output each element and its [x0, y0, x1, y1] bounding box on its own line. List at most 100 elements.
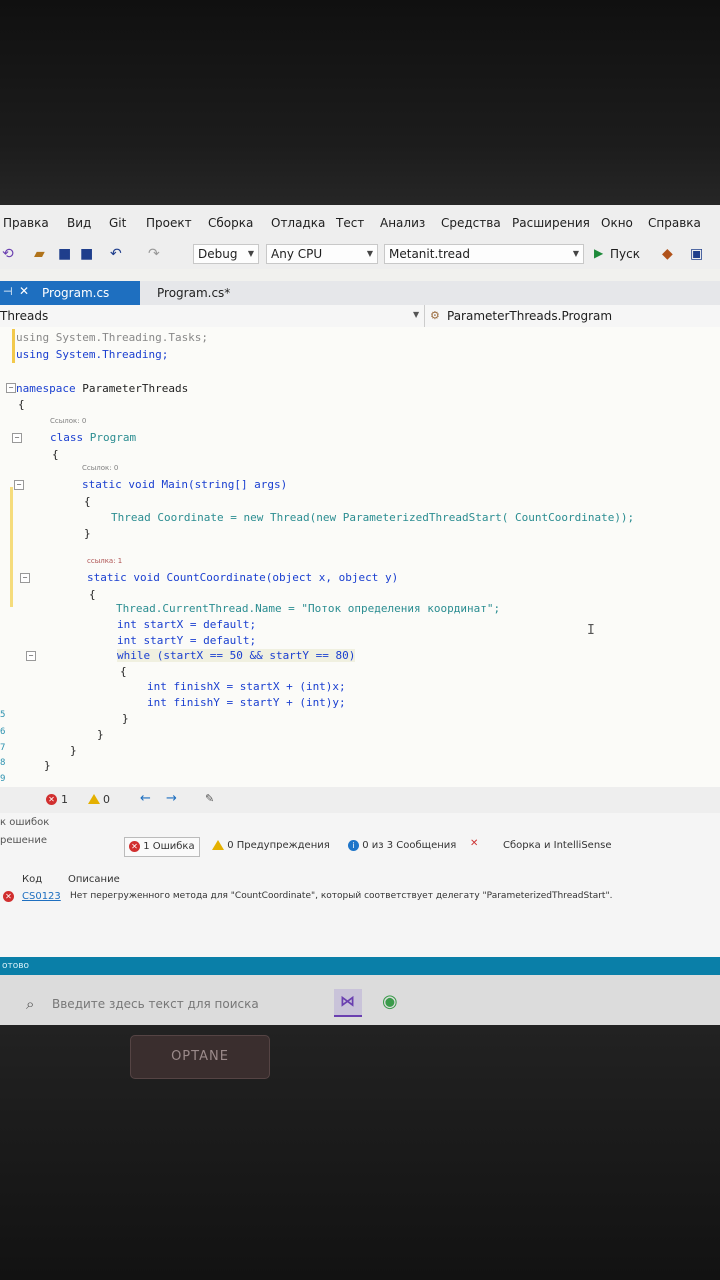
- menu-project[interactable]: Проект: [146, 216, 192, 230]
- open-folder-icon[interactable]: ▰: [34, 246, 45, 262]
- taskbar-search-input[interactable]: Введите здесь текст для поиска: [52, 993, 352, 1015]
- menu-tools[interactable]: Средства: [441, 216, 501, 230]
- fold-toggle-icon[interactable]: −: [26, 651, 36, 661]
- menu-view[interactable]: Вид: [67, 216, 91, 230]
- code-line: }: [70, 744, 77, 757]
- column-header-description[interactable]: Описание: [68, 874, 120, 885]
- optane-sticker: OPTANE: [130, 1035, 270, 1079]
- hot-reload-icon[interactable]: ◆: [662, 246, 673, 262]
- undo-icon[interactable]: ↶: [110, 246, 122, 262]
- info-icon: i: [348, 839, 359, 851]
- code-line: using System.Threading;: [16, 348, 168, 361]
- reference-count[interactable]: ссылка: 1: [87, 557, 122, 565]
- warning-icon: [88, 794, 100, 804]
- column-header-code[interactable]: Код: [22, 874, 42, 885]
- error-description: Нет перегруженного метода для "CountCoor…: [70, 891, 613, 901]
- menu-test[interactable]: Тест: [336, 216, 364, 230]
- fold-toggle-icon[interactable]: −: [20, 573, 30, 583]
- line-number: 6: [0, 727, 6, 737]
- clear-filter-icon[interactable]: ✕: [470, 838, 478, 849]
- code-line: int startX = default;: [117, 618, 257, 631]
- messages-filter-button[interactable]: i 0 из 3 Сообщения: [348, 837, 456, 855]
- menu-git[interactable]: Git: [109, 216, 126, 230]
- error-list-scope[interactable]: решение: [0, 835, 47, 846]
- code-line-text: while (startX == 50 && startY == 80): [117, 649, 356, 662]
- arrow-left-icon[interactable]: ←: [140, 791, 151, 806]
- menu-extensions[interactable]: Расширения: [512, 216, 590, 230]
- table-row[interactable]: ✕ CS0123 Нет перегруженного метода для "…: [0, 889, 720, 905]
- menu-help[interactable]: Справка: [648, 216, 701, 230]
- fold-toggle-icon[interactable]: −: [12, 433, 22, 443]
- menu-analyze[interactable]: Анализ: [380, 216, 425, 230]
- platform-select[interactable]: Any CPU ▼: [266, 244, 378, 264]
- search-icon[interactable]: ⌕: [26, 995, 34, 1013]
- menu-build[interactable]: Сборка: [208, 216, 253, 230]
- tab-program-cs-modified[interactable]: Program.cs*: [157, 286, 230, 300]
- windows-taskbar: ⌕ Введите здесь текст для поиска ⋈ ◉: [0, 975, 720, 1027]
- chevron-down-icon: ▼: [366, 249, 373, 258]
- code-line: {: [84, 495, 91, 508]
- code-line: Thread Coordinate = new Thread(new Param…: [111, 511, 635, 524]
- error-code-link[interactable]: CS0123: [22, 891, 61, 902]
- reference-count[interactable]: Ссылок: 0: [82, 464, 118, 472]
- error-count[interactable]: 1: [61, 793, 68, 806]
- menu-debug[interactable]: Отладка: [271, 216, 325, 230]
- code-line: using System.Threading.Tasks;: [16, 331, 209, 344]
- code-line: Thread.CurrentThread.Name = "Поток опред…: [116, 602, 501, 615]
- build-filter-select[interactable]: Сборка и IntelliSense: [503, 840, 612, 851]
- warnings-filter-label: 0 Предупреждения: [227, 840, 330, 851]
- errors-filter-button[interactable]: ✕ 1 Ошибка: [124, 837, 200, 857]
- menu-edit[interactable]: Правка: [3, 216, 49, 230]
- change-marker: [12, 329, 15, 363]
- save-icon[interactable]: ■: [58, 246, 71, 262]
- code-line: {: [52, 448, 59, 461]
- code-line: static void CountCoordinate(object x, ob…: [87, 571, 399, 584]
- brush-icon[interactable]: ✎: [205, 792, 214, 805]
- error-icon: ✕: [129, 840, 140, 852]
- visual-studio-taskbar-button[interactable]: ⋈: [334, 989, 362, 1017]
- chevron-down-icon: ▼: [247, 249, 254, 258]
- code-line: {: [18, 398, 25, 411]
- text-cursor: I: [587, 623, 595, 638]
- code-line: int finishX = startX + (int)x;: [147, 680, 346, 693]
- class-icon: ⚙: [430, 309, 440, 322]
- startup-project-value: Metanit.tread: [389, 247, 470, 261]
- fold-toggle-icon[interactable]: −: [14, 480, 24, 490]
- fold-toggle-icon[interactable]: −: [6, 383, 16, 393]
- close-icon[interactable]: ✕: [19, 284, 29, 298]
- visual-studio-window: Правка Вид Git Проект Сборка Отладка Тес…: [0, 205, 720, 1027]
- warnings-filter-button[interactable]: 0 Предупреждения: [212, 837, 330, 855]
- startup-project-select[interactable]: Metanit.tread ▼: [384, 244, 584, 264]
- configuration-select[interactable]: Debug ▼: [193, 244, 259, 264]
- line-number: 7: [0, 743, 6, 753]
- reference-count[interactable]: Ссылок: 0: [50, 417, 86, 425]
- keyword: class: [50, 431, 84, 444]
- navigate-back-icon[interactable]: ⟲: [2, 246, 14, 262]
- code-line: class Program: [50, 431, 136, 444]
- tab-program-cs[interactable]: ⊣ ✕ Program.cs: [0, 281, 140, 305]
- run-button[interactable]: Пуск: [610, 247, 640, 261]
- pin-icon[interactable]: ⊣: [3, 285, 13, 298]
- navigation-bar: Threads ▼ ⚙ ParameterThreads.Program: [0, 305, 720, 328]
- menu-bar: Правка Вид Git Проект Сборка Отладка Тес…: [0, 205, 720, 241]
- menu-window[interactable]: Окно: [601, 216, 633, 230]
- divider: [424, 305, 425, 327]
- arrow-right-icon[interactable]: →: [166, 791, 177, 806]
- document-tabs: ⊣ ✕ Program.cs Program.cs*: [0, 281, 720, 305]
- line-number: 5: [0, 710, 6, 720]
- project-dropdown[interactable]: Threads: [0, 309, 48, 323]
- warning-icon: [212, 840, 224, 850]
- type-dropdown[interactable]: ParameterThreads.Program: [447, 309, 612, 323]
- redo-icon[interactable]: ↷: [148, 246, 160, 262]
- save-all-icon[interactable]: ■: [80, 246, 93, 262]
- code-line: }: [97, 728, 104, 741]
- chrome-taskbar-button[interactable]: ◉: [378, 989, 406, 1015]
- diagnostics-icon[interactable]: ▣: [690, 246, 703, 262]
- warning-count[interactable]: 0: [103, 793, 110, 806]
- code-line: int finishY = startY + (int)y;: [147, 696, 346, 709]
- code-editor[interactable]: using System.Threading.Tasks; using Syst…: [0, 327, 720, 787]
- visual-studio-icon: ⋈: [340, 992, 355, 1010]
- configuration-value: Debug: [198, 247, 238, 261]
- class-name: Program: [89, 431, 137, 444]
- chevron-down-icon[interactable]: ▼: [413, 310, 419, 319]
